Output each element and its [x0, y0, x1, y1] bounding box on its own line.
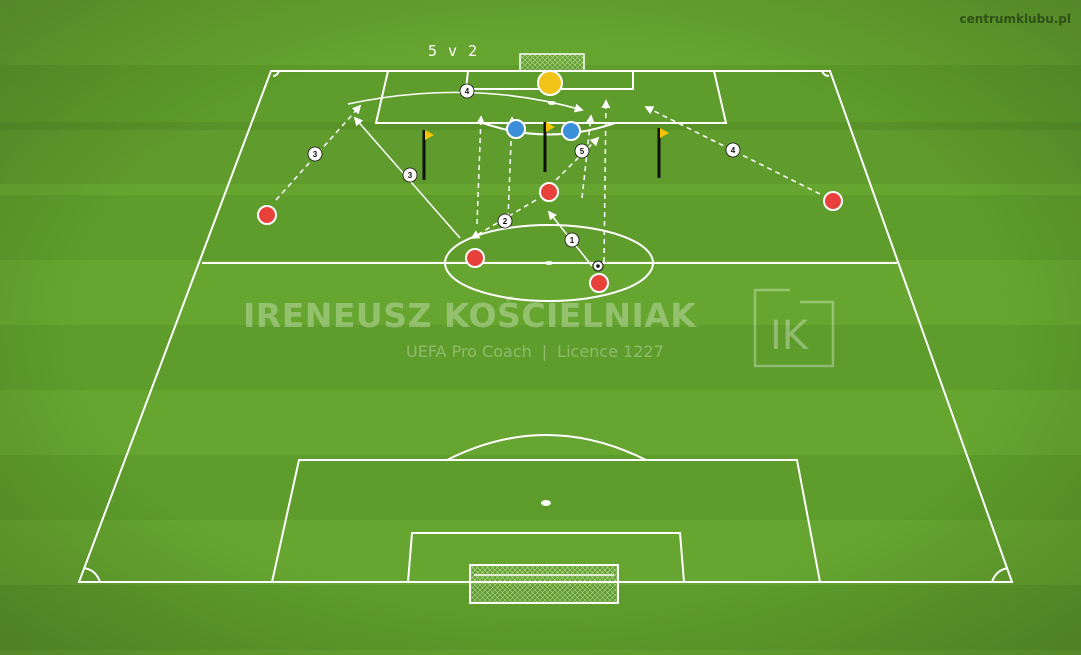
svg-text:4: 4 — [465, 87, 470, 96]
watermark-name: IRENEUSZ KOŚCIELNIAK — [243, 296, 697, 335]
svg-text:5: 5 — [580, 147, 585, 156]
svg-text:1: 1 — [570, 236, 575, 245]
ball — [592, 260, 604, 272]
svg-text:2: 2 — [503, 217, 508, 226]
sequence-number-4-right: 4 — [725, 142, 741, 158]
sequence-number-3-center: 3 — [402, 167, 418, 183]
sequence-number-1: 1 — [564, 232, 580, 248]
attacker-left-mid — [465, 248, 485, 268]
svg-text:4: 4 — [731, 146, 736, 155]
svg-text:IK: IK — [770, 313, 810, 359]
watermark-role: UEFA Pro Coach — [406, 342, 532, 361]
top-goal — [519, 53, 585, 72]
bottom-goal — [469, 564, 619, 604]
drill-title: 5 v 2 — [428, 42, 479, 60]
penalty-spot-bottom — [541, 500, 551, 506]
watermark-licence: Licence 1227 — [557, 342, 664, 361]
defender-right — [561, 121, 581, 141]
sequence-number-5: 5 — [574, 143, 590, 159]
attacker-ball-carrier — [589, 273, 609, 293]
sequence-number-3-left: 3 — [307, 146, 323, 162]
center-spot — [545, 261, 553, 265]
goalkeeper — [537, 70, 563, 96]
attacker-right-wing — [823, 191, 843, 211]
watermark-separator: | — [541, 342, 548, 361]
site-label: centrumklubu.pl — [959, 12, 1071, 26]
defender-left — [506, 119, 526, 139]
watermark-subtitle: UEFA Pro Coach | Licence 1227 — [406, 342, 664, 361]
attacker-left-wing — [257, 205, 277, 225]
svg-text:3: 3 — [313, 150, 318, 159]
sequence-number-4-top: 4 — [459, 83, 475, 99]
svg-text:3: 3 — [408, 171, 413, 180]
drill-diagram: 1 2 3 3 4 4 5 IK centrumklubu.pl 5 v 2 I… — [0, 0, 1081, 655]
sequence-number-2: 2 — [497, 213, 513, 229]
attacker-striker — [539, 182, 559, 202]
